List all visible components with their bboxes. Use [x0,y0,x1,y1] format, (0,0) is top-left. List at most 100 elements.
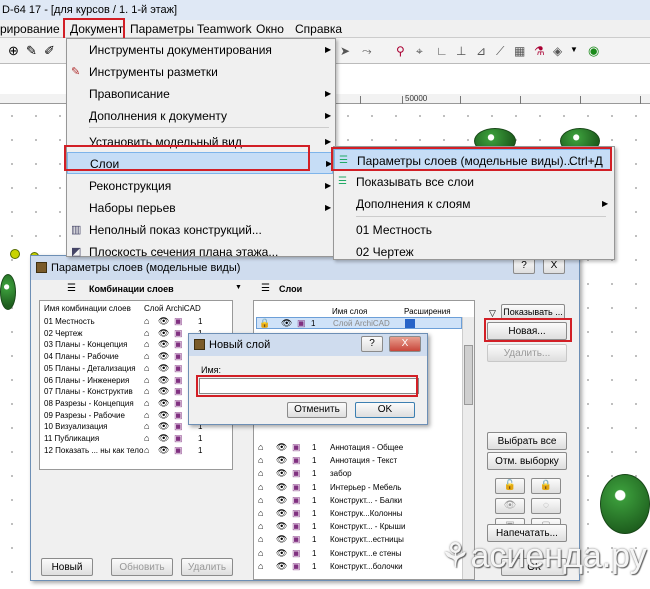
lock-icon[interactable]: ⌂ [144,386,149,396]
lock-icon[interactable]: ⌂ [144,398,149,408]
lock-icon[interactable]: ⌂ [258,548,263,558]
paint-icon[interactable]: ◈ [553,44,562,58]
eye-icon[interactable]: 👁 [158,398,169,408]
lock-icon[interactable]: ⌂ [258,508,263,518]
document-menu-item[interactable]: Правописание ▶ [67,83,333,105]
select-all-button[interactable]: Выбрать все [487,432,567,450]
lock-icon[interactable]: ⌂ [258,455,263,465]
document-menu-item[interactable]: Неполный показ конструкций... ▥ [67,219,333,241]
target-icon[interactable]: ◉ [588,43,599,59]
document-menu-item[interactable]: Реконструкция ▶ [67,175,333,197]
snap-icon-4[interactable]: ⊥ [456,44,466,58]
document-menu-item[interactable]: Дополнения к документу ▶ [67,105,333,127]
lock-icon[interactable]: ⌂ [144,375,149,385]
wireframe-icon[interactable]: ▣ [292,534,301,544]
hide-layer-button[interactable]: ◌ [531,498,561,514]
wireframe-icon[interactable]: ▣ [174,410,183,420]
wireframe-icon[interactable]: ▣ [174,316,183,326]
wireframe-icon[interactable]: ▣ [292,442,301,452]
lock-icon[interactable]: ⌂ [144,421,149,431]
lock-icon[interactable]: 🔒 [259,318,270,329]
document-menu-item[interactable]: Наборы перьев ▶ [67,197,333,219]
wireframe-icon[interactable]: ▣ [174,398,183,408]
layers-submenu-item[interactable]: Дополнения к слоям ▶ [334,193,612,215]
layer-row[interactable]: ⌂ 👁 ▣ 1 Интерьер - Мебель [254,482,460,493]
lock-button[interactable]: 🔒 [531,478,561,494]
eye-icon[interactable]: 👁 [276,455,287,465]
snap-icon-3[interactable]: ∟ [436,44,448,58]
document-menu-item[interactable]: Инструменты разметки ✎ [67,61,333,83]
wireframe-icon[interactable]: ▣ [174,351,183,361]
lock-icon[interactable]: ⌂ [144,445,149,455]
lock-icon[interactable]: ⌂ [258,534,263,544]
cancel-button[interactable]: Отменить [287,402,347,418]
layer-row[interactable]: ⌂ 👁 ▣ 1 Конструкт... - Балки [254,495,460,506]
snap-icon-1[interactable]: ⚲ [396,44,405,58]
eye-icon[interactable]: 👁 [158,316,169,326]
eye-icon[interactable]: 👁 [158,386,169,396]
combination-row[interactable]: 11 Публикация ⌂ 👁 ▣ 1 [40,433,230,444]
eye-icon[interactable]: 👁 [158,421,169,431]
dropper-icon[interactable]: ⚗ [534,44,545,58]
wireframe-icon[interactable]: ▣ [292,495,301,505]
wireframe-icon[interactable]: ▣ [174,375,183,385]
grid-icon[interactable]: ▦ [514,44,525,58]
lock-icon[interactable]: ⌂ [258,468,263,478]
menu-item-teamwork[interactable]: Teamwork [197,20,252,38]
wireframe-icon[interactable]: ▣ [174,433,183,443]
deselect-button[interactable]: Отм. выборку [487,452,567,470]
layer-row[interactable]: ⌂ 👁 ▣ 1 Конструкт...болочки [254,561,460,572]
show-layer-button[interactable]: 👁 [495,498,525,514]
combination-row[interactable]: 12 Показать ... ны как тело ⌂ 👁 ▣ 1 [40,445,230,456]
wireframe-icon[interactable]: ▣ [292,455,301,465]
lock-icon[interactable]: ⌂ [144,316,149,326]
eyedropper-icon[interactable]: ✎ [26,43,37,59]
snap-icon-2[interactable]: ⌖ [416,44,423,59]
lock-icon[interactable]: ⌂ [258,495,263,505]
wireframe-icon[interactable]: ▣ [292,468,301,478]
eye-icon[interactable]: 👁 [281,318,292,329]
eye-icon[interactable]: 👁 [276,482,287,492]
document-menu-item[interactable]: Инструменты документирования ▶ [67,39,333,61]
eye-icon[interactable]: 👁 [276,468,287,478]
eye-icon[interactable]: 👁 [276,508,287,518]
eye-icon[interactable]: 👁 [158,339,169,349]
unlock-button[interactable]: 🔓 [495,478,525,494]
menu-item-documenting[interactable]: рирование [0,20,60,38]
wireframe-icon[interactable]: ▣ [292,548,301,558]
eye-icon[interactable]: 👁 [158,433,169,443]
delete-layer-button[interactable]: Удалить... [487,344,567,362]
eye-icon[interactable]: 👁 [276,495,287,505]
menu-item-help[interactable]: Справка [295,20,342,38]
layer-row[interactable]: ⌂ 👁 ▣ 1 Конструк...Колонны [254,508,460,519]
chevron-down-icon[interactable]: ▼ [235,284,242,291]
eye-icon[interactable]: 👁 [158,445,169,455]
wireframe-icon[interactable]: ▣ [174,339,183,349]
document-menu-item[interactable]: Плоскость сечения плана этажа... ◩ [67,241,333,263]
layer-row-selected[interactable]: 🔒 👁 ▣ 1 Слой ArchiCAD [256,317,462,329]
lock-icon[interactable]: ⌂ [144,410,149,420]
wireframe-icon[interactable]: ▣ [174,386,183,396]
layer-row[interactable]: ⌂ 👁 ▣ 1 забор [254,468,460,479]
wireframe-icon[interactable]: ▣ [174,445,183,455]
tool-icon-1[interactable]: ➤ [340,44,350,58]
lock-icon[interactable]: ⌂ [258,521,263,531]
snap-icon-5[interactable]: ⊿ [476,44,486,58]
combination-row[interactable]: 01 Местность ⌂ 👁 ▣ 1 [40,316,230,327]
layer-color-swatch[interactable] [405,319,415,328]
eye-icon[interactable]: 👁 [158,363,169,373]
eye-icon[interactable]: 👁 [276,521,287,531]
wireframe-icon[interactable]: ▣ [292,521,301,531]
wireframe-icon[interactable]: ▣ [292,561,301,571]
pen-icon[interactable]: ✐ [44,43,55,59]
layers-submenu-item[interactable]: 02 Чертеж [334,241,612,263]
layer-row[interactable]: ⌂ 👁 ▣ 1 Аннотация - Общее [254,442,460,453]
layers-submenu-item[interactable]: Показывать все слои ☰ [334,171,612,193]
menu-item-window[interactable]: Окно [256,20,284,38]
ok-button[interactable]: OK [355,402,415,418]
layer-row[interactable]: ⌂ 👁 ▣ 1 Конструкт... - Крыши [254,521,460,532]
eye-icon[interactable]: 👁 [158,375,169,385]
delete-combination-button[interactable]: Удалить [181,558,233,576]
menu-item-options[interactable]: Параметры [130,20,194,38]
lock-icon[interactable]: ⌂ [258,442,263,452]
